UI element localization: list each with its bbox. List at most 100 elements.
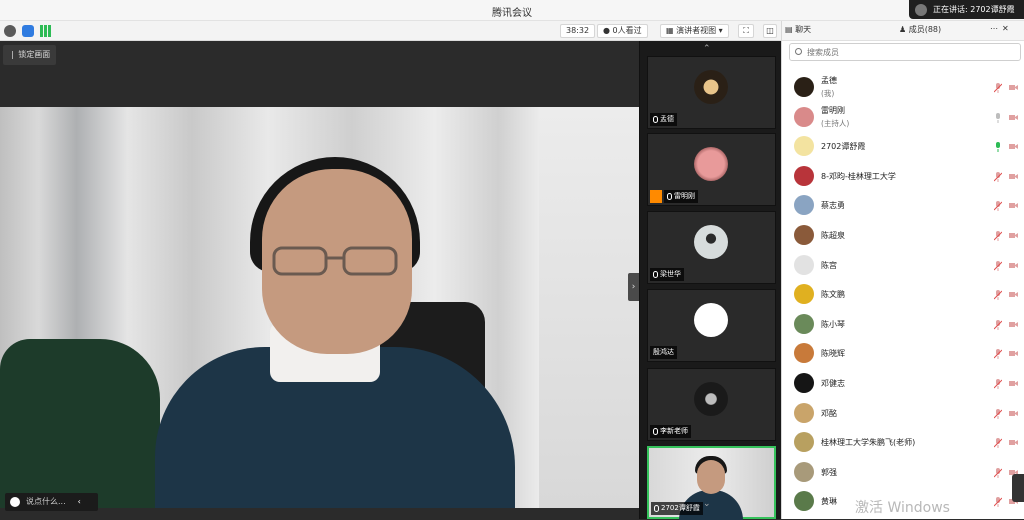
participant-name-tag: 梁世华 — [650, 268, 684, 281]
camera-off-icon[interactable] — [1009, 262, 1018, 269]
member-row[interactable]: 郭强 — [782, 458, 1024, 488]
member-row[interactable]: 邓酩 — [782, 399, 1024, 429]
mic-icon[interactable] — [994, 142, 1002, 153]
collapse-thumbnails-button[interactable]: › — [628, 273, 639, 301]
side-tool-button[interactable] — [1012, 474, 1024, 502]
sidebar-toggle-icon[interactable]: ◫ — [763, 24, 777, 38]
participant-name: 梁世华 — [660, 270, 681, 278]
member-row[interactable]: 陈宫 — [782, 251, 1024, 281]
panel-tabs: ▤ 聊天 ♟ 成员(88) ⋯ ✕ — [782, 21, 1024, 41]
participant-name: 殷鸿达 — [653, 348, 674, 356]
member-avatar — [794, 136, 814, 157]
window-title: 腾讯会议 — [492, 8, 532, 19]
participant-name: 2702谭舒霞 — [661, 504, 700, 512]
pin-view-button[interactable]: ❘ 锁定画面 — [3, 45, 57, 65]
member-name: 陈超泉 — [821, 230, 845, 240]
member-row[interactable]: 陈晓辉 — [782, 339, 1024, 369]
chat-icon: ▤ — [785, 25, 796, 34]
member-row[interactable]: 邓健志 — [782, 369, 1024, 399]
fullscreen-icon[interactable]: ⛶ — [738, 24, 754, 38]
camera-off-icon[interactable] — [1009, 291, 1018, 298]
camera-off-icon[interactable] — [1009, 114, 1018, 121]
member-avatar — [794, 402, 814, 423]
member-row[interactable]: 雷明刚 (主持人) — [782, 103, 1024, 133]
camera-off-icon[interactable] — [1009, 173, 1018, 180]
mic-muted-icon[interactable] — [994, 260, 1002, 271]
member-search[interactable] — [789, 43, 1021, 61]
member-avatar — [794, 491, 814, 512]
member-row[interactable]: 孟德 (我) — [782, 73, 1024, 103]
pin-label: 锁定画面 — [18, 50, 51, 59]
tab-chat[interactable]: ▤ 聊天 — [785, 24, 811, 35]
close-icon[interactable]: ✕ — [1002, 24, 1009, 33]
mic-muted-icon[interactable] — [994, 290, 1002, 301]
more-icon[interactable]: ⋯ — [990, 24, 998, 33]
camera-off-icon[interactable] — [1009, 410, 1018, 417]
chevron-left-icon[interactable]: ‹ — [78, 497, 81, 506]
mic-muted-icon[interactable] — [994, 83, 1002, 93]
chat-quick-input[interactable]: 说点什么... ‹ — [5, 493, 98, 511]
mic-icon[interactable] — [994, 112, 1002, 123]
mic-muted-icon[interactable] — [994, 438, 1002, 449]
participant-tile-active[interactable]: 2702谭舒霞 — [647, 446, 776, 520]
member-avatar — [794, 284, 814, 305]
member-row[interactable]: 陈超泉 — [782, 221, 1024, 251]
mic-muted-icon[interactable] — [994, 467, 1002, 478]
emoji-icon[interactable] — [10, 496, 20, 507]
camera-off-icon[interactable] — [1009, 321, 1018, 328]
camera-off-icon[interactable] — [1009, 380, 1018, 387]
tab-members[interactable]: ♟ 成员(88) — [899, 24, 941, 35]
view-mode-select[interactable]: ▦ 演讲者视图 ▾ — [660, 24, 729, 38]
member-row[interactable]: 陈小琴 — [782, 310, 1024, 340]
meeting-toolbar: 38:32 ● 0人看过 ▦ 演讲者视图 ▾ ⛶ ◫ — [0, 21, 781, 41]
participant-name-tag: 孟德 — [650, 113, 677, 126]
camera-off-icon[interactable] — [1009, 202, 1018, 209]
participant-tile[interactable]: 梁世华 — [647, 211, 776, 284]
member-row[interactable]: 桂林理工大学朱鹏飞(老师) — [782, 428, 1024, 458]
member-avatar — [794, 254, 814, 275]
participant-name-tag: 雷明刚 — [664, 190, 698, 203]
mic-muted-icon[interactable] — [994, 171, 1002, 182]
member-avatar — [794, 372, 814, 393]
chevron-down-icon[interactable]: ⌄ — [703, 499, 711, 509]
mic-icon — [653, 427, 658, 435]
viewers-button[interactable]: ● 0人看过 — [597, 24, 648, 38]
participant-tile[interactable]: 殷鸿达 — [647, 289, 776, 362]
user-icon: ● — [603, 26, 613, 35]
video-wall — [539, 107, 639, 508]
member-row[interactable]: 陈文鹏 — [782, 280, 1024, 310]
mic-muted-icon[interactable] — [994, 349, 1002, 360]
participant-tile[interactable]: 李新老师 — [647, 368, 776, 441]
camera-off-icon[interactable] — [1009, 350, 1018, 357]
camera-off-icon[interactable] — [1009, 439, 1018, 446]
mic-muted-icon[interactable] — [994, 201, 1002, 212]
member-row[interactable]: 蔡志勇 — [782, 191, 1024, 221]
speaker-video — [0, 107, 639, 508]
participant-tile[interactable]: 孟德 — [647, 56, 776, 129]
side-panel: ▤ 聊天 ♟ 成员(88) ⋯ ✕ 孟德 (我) 雷明刚 (主持人) 2702谭舒霞 8-… — [781, 21, 1024, 519]
mic-muted-icon[interactable] — [994, 378, 1002, 389]
member-row[interactable]: 2702谭舒霞 — [782, 132, 1024, 162]
member-row[interactable]: 8-邓昀-桂林理工大学 — [782, 162, 1024, 192]
mic-muted-icon[interactable] — [994, 408, 1002, 419]
member-avatar — [794, 224, 814, 245]
participant-tile[interactable]: 雷明刚 — [647, 133, 776, 206]
video-jacket — [0, 339, 160, 508]
host-badge-icon — [650, 190, 662, 203]
camera-off-icon[interactable] — [1009, 143, 1018, 150]
shield-icon[interactable] — [22, 25, 34, 37]
member-name: 雷明刚 — [821, 105, 845, 115]
mic-muted-icon[interactable] — [994, 319, 1002, 330]
mic-muted-icon[interactable] — [994, 230, 1002, 241]
participant-name: 李新老师 — [660, 427, 688, 435]
chevron-up-icon[interactable]: ⌃ — [703, 44, 711, 54]
search-input[interactable] — [807, 46, 1007, 58]
mic-muted-icon[interactable] — [994, 497, 1002, 508]
signal-icon[interactable] — [40, 25, 52, 37]
info-icon[interactable] — [4, 25, 16, 37]
tab-chat-label: 聊天 — [795, 25, 812, 34]
member-name: 2702谭舒霞 — [821, 142, 866, 152]
camera-off-icon[interactable] — [1009, 232, 1018, 239]
camera-off-icon[interactable] — [1009, 84, 1018, 91]
member-name: 陈文鹏 — [821, 290, 845, 300]
